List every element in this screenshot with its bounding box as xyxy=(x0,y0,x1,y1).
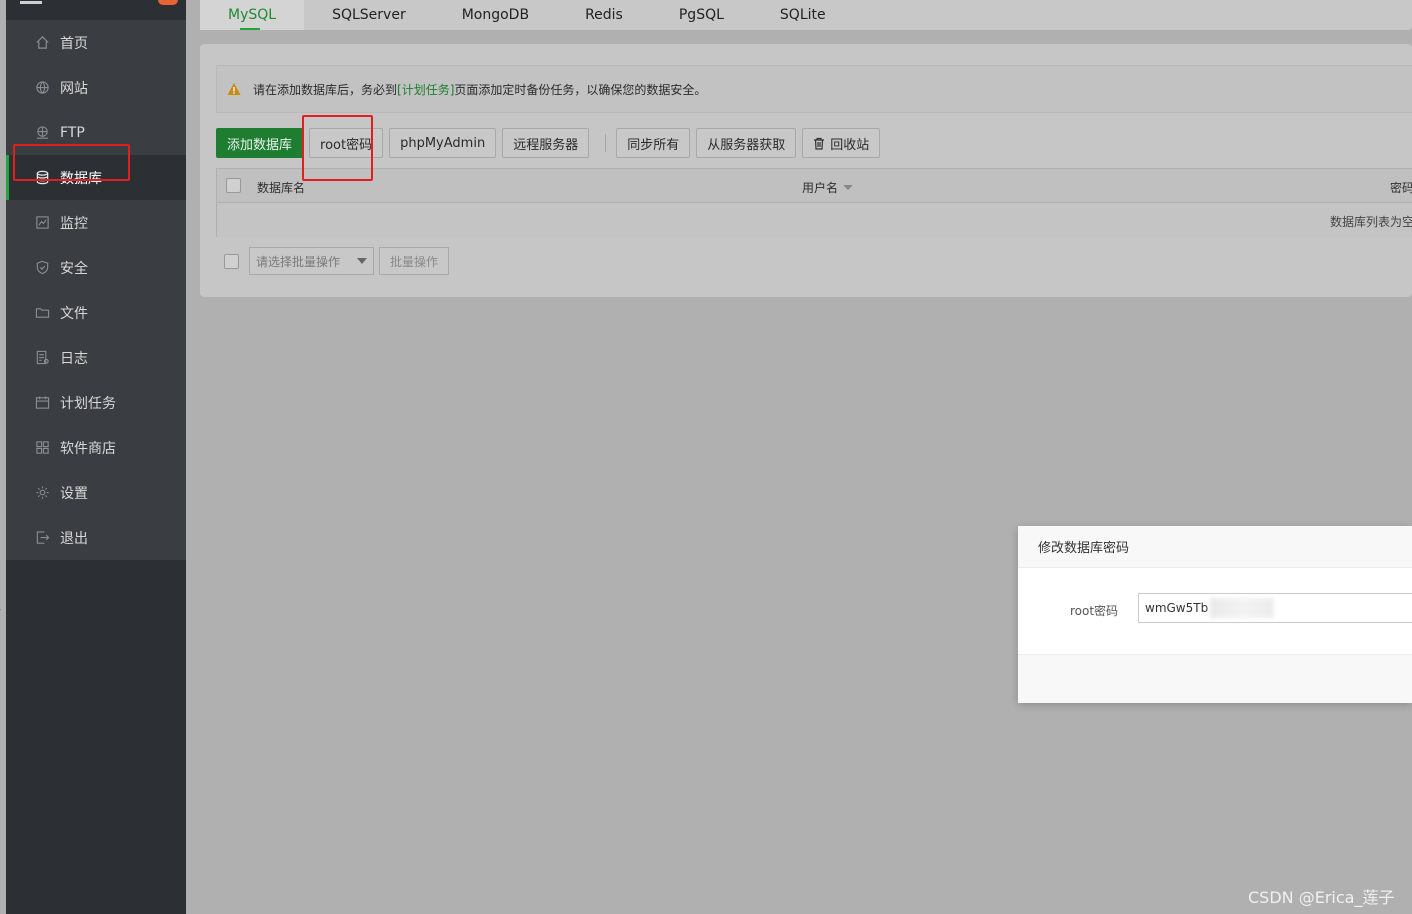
remote-server-button[interactable]: 远程服务器 xyxy=(502,128,590,158)
sidebar-item-label: 计划任务 xyxy=(60,395,116,412)
sidebar-item-home[interactable]: 首页 xyxy=(6,20,186,65)
sidebar-item-label: 文件 xyxy=(60,305,88,322)
sidebar-item-settings[interactable]: 设置 xyxy=(6,470,186,515)
column-header-user[interactable]: 用户名 xyxy=(802,179,854,196)
sidebar-item-label: 监控 xyxy=(60,215,88,232)
logout-icon xyxy=(34,530,50,546)
tab-redis[interactable]: Redis xyxy=(557,0,651,30)
cron-link[interactable]: [计划任务] xyxy=(397,81,454,98)
column-header-password: 密码 xyxy=(1390,181,1412,195)
batch-bar: 请选择批量操作 批量操作 xyxy=(224,247,450,275)
tab-mongodb[interactable]: MongoDB xyxy=(434,0,557,30)
database-tabs: MySQL SQLServer MongoDB Redis PgSQL SQLi… xyxy=(200,0,1412,30)
sidebar-item-website[interactable]: 网站 xyxy=(6,65,186,110)
database-icon xyxy=(34,170,50,186)
sidebar-item-cron[interactable]: 计划任务 xyxy=(6,380,186,425)
sort-down-icon xyxy=(843,185,854,190)
watermark: CSDN @Erica_莲子 xyxy=(1248,888,1395,907)
trash-icon xyxy=(814,137,825,150)
logo xyxy=(20,0,42,4)
batch-checkbox[interactable] xyxy=(224,253,239,269)
sidebar-item-label: 退出 xyxy=(60,530,88,547)
sidebar-collapse-arrow-icon[interactable]: › xyxy=(0,605,4,615)
sidebar-item-label: 安全 xyxy=(60,260,88,277)
recycle-bin-label: 回收站 xyxy=(830,137,870,153)
tab-sqlserver[interactable]: SQLServer xyxy=(304,0,434,30)
toolbar-divider xyxy=(605,134,607,152)
fetch-from-server-button[interactable]: 从服务器获取 xyxy=(696,128,797,158)
sidebar-item-label: 数据库 xyxy=(60,170,102,187)
tab-sqlite[interactable]: SQLite xyxy=(752,0,854,30)
sidebar-item-files[interactable]: 文件 xyxy=(6,290,186,335)
globe-icon xyxy=(34,80,50,96)
change-password-dialog: 修改数据库密码 root密码 wmGw5Tb xyxy=(1018,526,1412,703)
calendar-icon xyxy=(34,395,50,411)
sidebar-item-security[interactable]: 安全 xyxy=(6,245,186,290)
select-all-checkbox[interactable] xyxy=(226,178,241,193)
sidebar-item-logout[interactable]: 退出 xyxy=(6,515,186,560)
sidebar-item-logs[interactable]: 日志 xyxy=(6,335,186,380)
batch-action-button[interactable]: 批量操作 xyxy=(379,247,450,275)
root-password-input[interactable]: wmGw5Tb xyxy=(1138,593,1412,623)
sidebar-item-label: 设置 xyxy=(60,485,88,502)
grid-icon xyxy=(34,440,50,456)
warning-icon xyxy=(227,83,241,95)
sidebar-item-label: 软件商店 xyxy=(60,440,116,457)
dialog-footer xyxy=(1018,654,1412,703)
empty-message: 数据库列表为空 xyxy=(1330,215,1412,229)
dialog-title: 修改数据库密码 xyxy=(1018,526,1412,568)
recycle-bin-button[interactable]: 回收站 xyxy=(802,128,881,158)
sidebar-item-label: 网站 xyxy=(60,80,88,97)
alert-text-prefix: 请在添加数据库后，务必到 xyxy=(253,82,398,97)
tab-pgsql[interactable]: PgSQL xyxy=(651,0,752,30)
sidebar-item-label: FTP xyxy=(60,124,85,141)
notification-badge[interactable] xyxy=(158,0,178,5)
chevron-down-icon xyxy=(357,258,367,264)
sidebar-menu: 首页 网站 FTP 数据库 监控 安全 文件 日志 计划任务 软件商店 设置 退… xyxy=(6,20,186,560)
sidebar-header xyxy=(6,0,186,20)
batch-select-value: 请选择批量操作 xyxy=(256,254,341,269)
sidebar-item-label: 日志 xyxy=(60,350,88,367)
table-header: 数据库名 用户名 密码 xyxy=(217,169,1412,203)
column-header-name: 数据库名 xyxy=(257,181,306,195)
sidebar-item-database[interactable]: 数据库 xyxy=(6,155,186,200)
gear-icon xyxy=(34,485,50,501)
root-password-value: wmGw5Tb xyxy=(1145,601,1209,615)
sidebar-item-store[interactable]: 软件商店 xyxy=(6,425,186,470)
home-icon xyxy=(34,35,50,51)
log-icon xyxy=(34,350,50,366)
redacted-blur xyxy=(1210,598,1275,618)
monitor-icon xyxy=(34,215,50,231)
table-body: 数据库列表为空 xyxy=(217,203,1412,237)
sidebar-item-ftp[interactable]: FTP xyxy=(6,110,186,155)
ftp-icon xyxy=(34,125,50,141)
column-header-user-label: 用户名 xyxy=(802,181,839,195)
toolbar: 添加数据库 root密码 phpMyAdmin 远程服务器 同步所有 从服务器获… xyxy=(216,128,886,158)
dialog-body: root密码 wmGw5Tb xyxy=(1018,568,1412,654)
folder-icon xyxy=(34,305,50,321)
sidebar-item-monitor[interactable]: 监控 xyxy=(6,200,186,245)
sidebar-item-label: 首页 xyxy=(60,35,88,52)
phpmyadmin-button[interactable]: phpMyAdmin xyxy=(389,128,497,158)
sidebar: 首页 网站 FTP 数据库 监控 安全 文件 日志 计划任务 软件商店 设置 退… xyxy=(6,0,186,914)
batch-select[interactable]: 请选择批量操作 xyxy=(249,247,374,275)
alert-text-suffix: 页面添加定时备份任务，以确保您的数据安全。 xyxy=(454,82,707,97)
root-password-label: root密码 xyxy=(1070,604,1119,618)
shield-icon xyxy=(34,260,50,276)
backup-alert: 请在添加数据库后，务必到 [计划任务] 页面添加定时备份任务，以确保您的数据安全。 xyxy=(216,65,1412,113)
tab-mysql[interactable]: MySQL xyxy=(200,0,305,30)
root-password-button[interactable]: root密码 xyxy=(309,128,384,158)
database-table: 数据库名 用户名 密码 数据库列表为空 xyxy=(216,168,1412,237)
sync-all-button[interactable]: 同步所有 xyxy=(616,128,691,158)
main-content: MySQL SQLServer MongoDB Redis PgSQL SQLi… xyxy=(186,0,1412,914)
add-database-button[interactable]: 添加数据库 xyxy=(216,128,304,158)
